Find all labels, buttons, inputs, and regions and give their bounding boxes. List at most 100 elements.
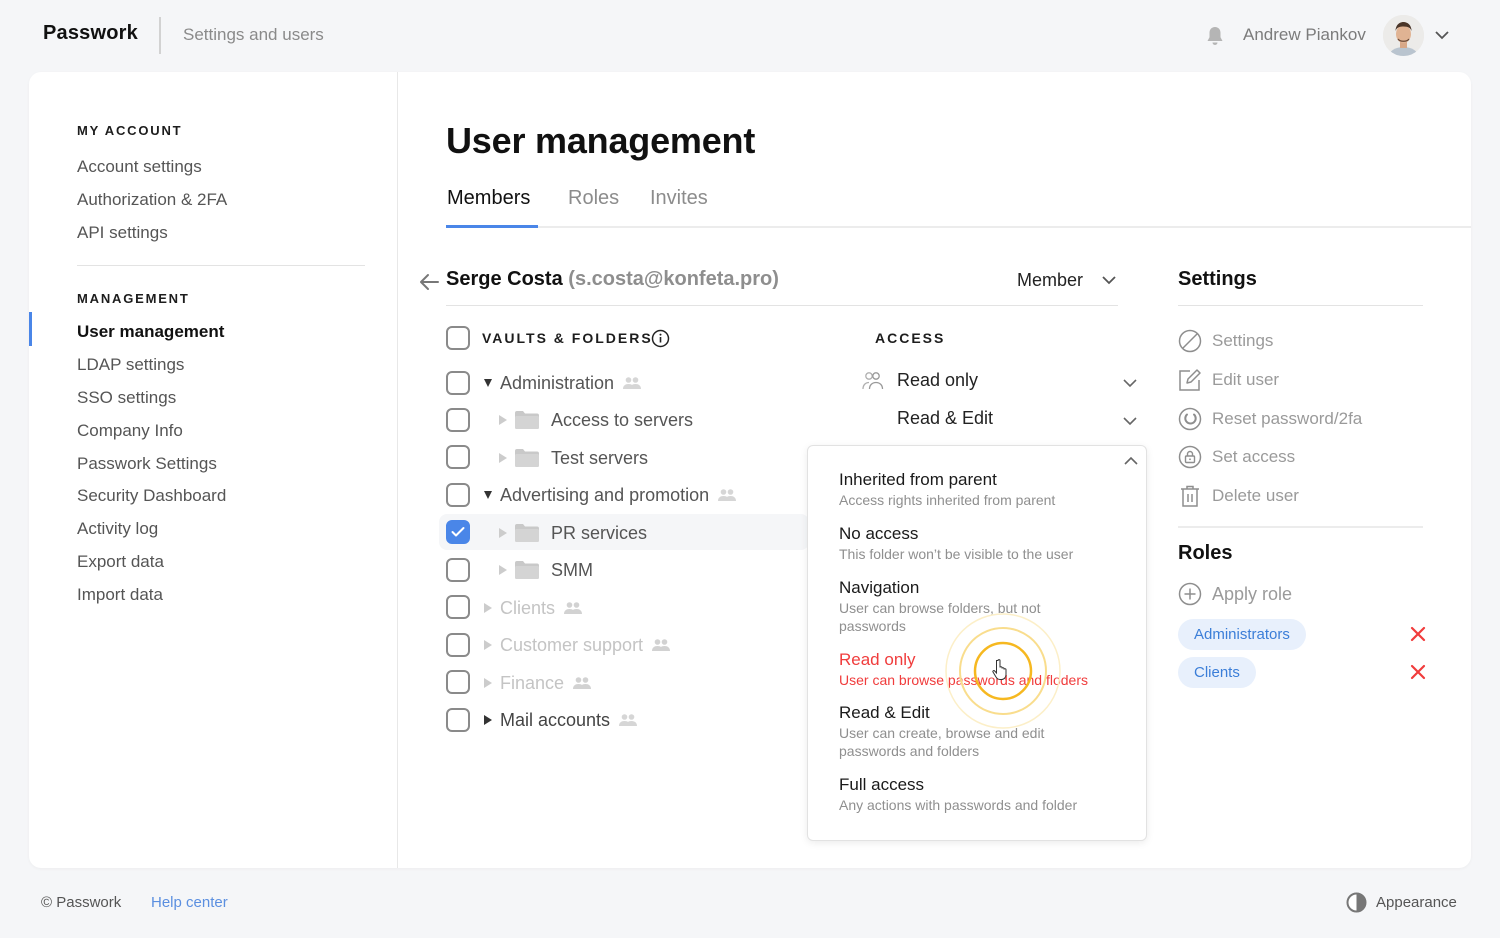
option-title: Read only bbox=[839, 650, 916, 669]
vault-row-clients[interactable]: Clients bbox=[484, 593, 583, 623]
access-option-read-only[interactable]: Read only User can browse passwords and … bbox=[839, 649, 1139, 689]
role-chip-administrators[interactable]: Administrators bbox=[1178, 619, 1306, 650]
row-checkbox[interactable] bbox=[446, 371, 470, 395]
check-icon bbox=[451, 527, 465, 537]
row-checkbox[interactable] bbox=[446, 595, 470, 619]
caret-right-icon[interactable] bbox=[484, 678, 492, 688]
sidebar-item-export-data[interactable]: Export data bbox=[77, 552, 164, 572]
main-card: MY ACCOUNT Account settings Authorizatio… bbox=[29, 72, 1471, 868]
caret-down-icon[interactable] bbox=[484, 379, 492, 387]
caret-right-icon[interactable] bbox=[499, 415, 507, 425]
sidebar-item-api-settings[interactable]: API settings bbox=[77, 223, 168, 243]
folder-icon bbox=[515, 411, 539, 429]
sidebar-item-sso-settings[interactable]: SSO settings bbox=[77, 388, 176, 408]
row-checkbox[interactable] bbox=[446, 633, 470, 657]
access-option-no-access[interactable]: No access This folder won’t be visible t… bbox=[839, 523, 1129, 563]
access-value: Read only bbox=[897, 370, 979, 390]
chevron-down-icon[interactable] bbox=[1121, 374, 1139, 392]
tab-members[interactable]: Members bbox=[447, 187, 530, 210]
header-divider bbox=[159, 17, 161, 54]
help-center-link[interactable]: Help center bbox=[151, 894, 228, 911]
roles-title: Roles bbox=[1178, 542, 1233, 564]
chevron-down-icon[interactable] bbox=[1433, 26, 1451, 44]
active-tab-indicator bbox=[446, 225, 538, 228]
vault-row-mail-accounts[interactable]: Mail accounts bbox=[484, 705, 638, 735]
access-select-access-to-servers[interactable]: Read & Edit bbox=[897, 408, 993, 429]
sidebar-item-user-management[interactable]: User management bbox=[77, 322, 224, 342]
vault-row-advertising-and-promotion[interactable]: Advertising and promotion bbox=[484, 480, 737, 510]
users-icon bbox=[862, 371, 884, 389]
remove-role-icon[interactable] bbox=[1409, 663, 1427, 681]
caret-right-icon[interactable] bbox=[499, 528, 507, 538]
folder-icon bbox=[515, 524, 539, 542]
chevron-down-icon[interactable] bbox=[1121, 412, 1139, 430]
disabled-icon bbox=[1178, 329, 1202, 353]
action-edit-user[interactable]: Edit user bbox=[1178, 368, 1279, 392]
folder-row-access-to-servers[interactable]: Access to servers bbox=[499, 405, 693, 435]
sidebar-item-passwork-settings[interactable]: Passwork Settings bbox=[77, 454, 217, 474]
row-checkbox[interactable] bbox=[446, 670, 470, 694]
appearance-toggle[interactable]: Appearance bbox=[1346, 892, 1457, 913]
caret-right-icon[interactable] bbox=[484, 603, 492, 613]
appearance-label: Appearance bbox=[1376, 894, 1457, 911]
action-settings[interactable]: Settings bbox=[1178, 329, 1273, 353]
row-checkbox[interactable] bbox=[446, 483, 470, 507]
action-label: Edit user bbox=[1212, 370, 1280, 389]
action-delete-user[interactable]: Delete user bbox=[1178, 484, 1299, 508]
tab-roles[interactable]: Roles bbox=[568, 187, 619, 210]
caret-right-icon[interactable] bbox=[484, 640, 492, 650]
vault-row-finance[interactable]: Finance bbox=[484, 668, 592, 698]
remove-role-icon[interactable] bbox=[1409, 625, 1427, 643]
apply-role-button[interactable]: Apply role bbox=[1178, 582, 1292, 606]
vault-row-customer-support[interactable]: Customer support bbox=[484, 630, 671, 660]
bell-icon[interactable] bbox=[1203, 24, 1227, 48]
user-name[interactable]: Andrew Piankov bbox=[1243, 25, 1366, 45]
sidebar-item-ldap-settings[interactable]: LDAP settings bbox=[77, 355, 184, 375]
row-checkbox[interactable] bbox=[446, 708, 470, 732]
sidebar-item-company-info[interactable]: Company Info bbox=[77, 421, 183, 441]
chevron-up-icon[interactable] bbox=[1122, 452, 1140, 470]
action-set-access[interactable]: Set access bbox=[1178, 445, 1295, 469]
role-select[interactable]: Member bbox=[1017, 270, 1083, 291]
users-icon bbox=[573, 677, 592, 689]
back-arrow-icon[interactable] bbox=[417, 270, 441, 294]
vault-label: Advertising and promotion bbox=[500, 484, 710, 505]
folder-row-test-servers[interactable]: Test servers bbox=[499, 443, 648, 473]
option-desc: Access rights inherited from parent bbox=[839, 492, 1056, 508]
tab-invites[interactable]: Invites bbox=[650, 187, 708, 210]
row-checkbox[interactable] bbox=[446, 558, 470, 582]
caret-down-icon[interactable] bbox=[484, 491, 492, 499]
sidebar-item-account-settings[interactable]: Account settings bbox=[77, 157, 202, 177]
access-option-inherited[interactable]: Inherited from parent Access rights inhe… bbox=[839, 469, 1129, 509]
caret-right-icon[interactable] bbox=[484, 715, 492, 725]
access-option-read-edit[interactable]: Read & Edit User can create, browse and … bbox=[839, 702, 1089, 760]
access-dropdown: Inherited from parent Access rights inhe… bbox=[807, 445, 1147, 841]
brand-logo[interactable]: Passwork bbox=[43, 22, 138, 45]
member-email: (s.costa@konfeta.pro) bbox=[568, 268, 779, 290]
sidebar-item-activity-log[interactable]: Activity log bbox=[77, 519, 158, 539]
access-option-full-access[interactable]: Full access Any actions with passwords a… bbox=[839, 774, 1129, 814]
sidebar-item-import-data[interactable]: Import data bbox=[77, 585, 163, 605]
footer-copyright: © Passwork bbox=[41, 894, 122, 911]
caret-right-icon[interactable] bbox=[499, 565, 507, 575]
avatar[interactable] bbox=[1383, 15, 1424, 56]
folder-label: SMM bbox=[551, 559, 593, 580]
row-checkbox[interactable] bbox=[446, 445, 470, 469]
folder-row-pr-services[interactable]: PR services bbox=[499, 518, 647, 548]
folder-row-smm[interactable]: SMM bbox=[499, 555, 593, 585]
access-select-administration[interactable]: Read only bbox=[861, 370, 978, 391]
sidebar-item-security-dashboard[interactable]: Security Dashboard bbox=[77, 486, 226, 506]
info-icon[interactable] bbox=[651, 329, 670, 348]
access-option-navigation[interactable]: Navigation User can browse folders, but … bbox=[839, 577, 1089, 635]
select-all-checkbox[interactable] bbox=[446, 326, 470, 350]
row-checkbox-checked[interactable] bbox=[446, 520, 470, 544]
row-checkbox[interactable] bbox=[446, 408, 470, 432]
caret-right-icon[interactable] bbox=[499, 453, 507, 463]
chevron-down-icon[interactable] bbox=[1100, 271, 1118, 289]
action-reset-password[interactable]: Reset password/2fa bbox=[1178, 407, 1362, 431]
vault-row-administration[interactable]: Administration bbox=[484, 368, 642, 398]
users-icon bbox=[619, 714, 638, 726]
vault-label: Finance bbox=[500, 672, 565, 693]
role-chip-clients[interactable]: Clients bbox=[1178, 657, 1256, 688]
sidebar-item-authorization-2fa[interactable]: Authorization & 2FA bbox=[77, 190, 227, 210]
